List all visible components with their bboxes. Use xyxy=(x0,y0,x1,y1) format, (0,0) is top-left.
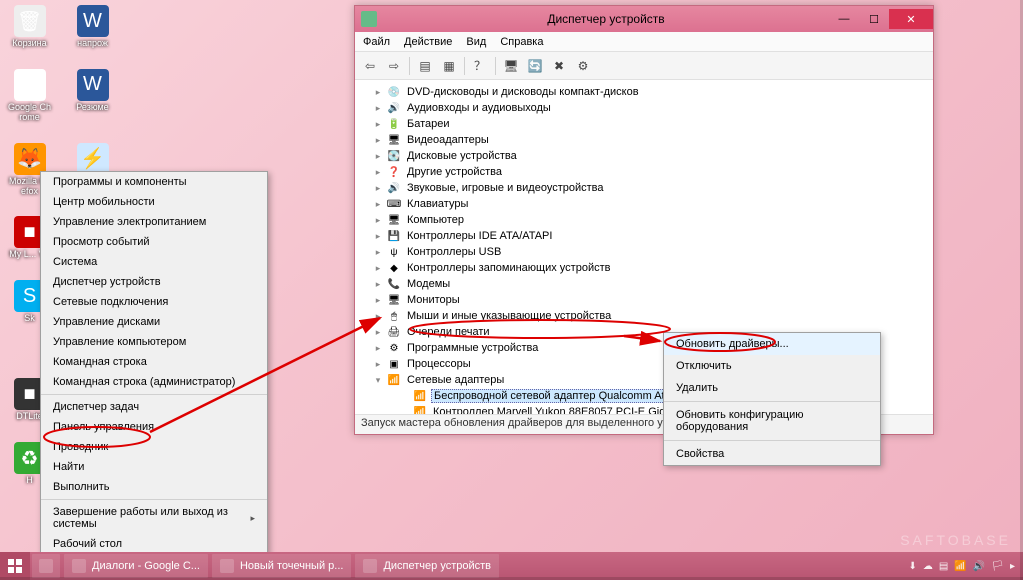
menu-item[interactable]: Вид xyxy=(466,36,486,48)
toolbar-btn[interactable]: ▤ xyxy=(414,55,436,77)
tray-icon[interactable]: 📶 xyxy=(954,561,966,572)
tree-node[interactable]: ▸◆Контроллеры запоминающих устройств xyxy=(373,260,929,276)
minimize-button[interactable]: — xyxy=(829,9,859,29)
tree-node[interactable]: ▸ψКонтроллеры USB xyxy=(373,244,929,260)
tray-icon[interactable]: 🔊 xyxy=(973,561,985,572)
tree-node[interactable]: ▸💿DVD-дисководы и дисководы компакт-диск… xyxy=(373,84,929,100)
taskbar-item[interactable]: Новый точечный р... xyxy=(212,554,352,578)
context-menu-item[interactable]: Обновить драйверы... xyxy=(664,333,880,355)
taskbar[interactable]: Диалоги - Google C...Новый точечный р...… xyxy=(0,552,1023,580)
menu-item[interactable]: Справка xyxy=(500,36,543,48)
menu-item[interactable]: Командная строка (администратор) xyxy=(41,372,267,392)
menu-item[interactable]: Программы и компоненты xyxy=(41,172,267,192)
maximize-button[interactable]: ☐ xyxy=(859,9,889,29)
context-menu[interactable]: Обновить драйверы...ОтключитьУдалить Обно… xyxy=(663,332,881,466)
tree-node[interactable]: ▸🔊Звуковые, игровые и видеоустройства xyxy=(373,180,929,196)
menubar[interactable]: Файл Действие Вид Справка xyxy=(355,32,933,52)
toolbar-btn[interactable]: ？ xyxy=(469,55,491,77)
toolbar-btn[interactable]: 🖥 xyxy=(500,55,522,77)
desktop-icon[interactable]: 🗑Корзина xyxy=(7,5,52,49)
menu-item[interactable]: Найти xyxy=(41,457,267,477)
menu-item[interactable]: Завершение работы или выход из системы xyxy=(41,502,267,534)
tree-node[interactable]: ▸🔊Аудиовходы и аудиовыходы xyxy=(373,100,929,116)
tree-node[interactable]: ▸🖥Мониторы xyxy=(373,292,929,308)
menu-item[interactable]: Рабочий стол xyxy=(41,534,267,554)
tray-icon[interactable]: ⬇ xyxy=(909,561,917,572)
toolbar-btn[interactable]: 🔄 xyxy=(524,55,546,77)
menu-item[interactable]: Командная строка xyxy=(41,352,267,372)
app-icon xyxy=(361,11,377,27)
desktop-icon[interactable]: WРезюме xyxy=(70,69,115,123)
window-title: Диспетчер устройств xyxy=(383,12,829,26)
tree-node[interactable]: ▸💾Контроллеры IDE ATA/ATAPI xyxy=(373,228,929,244)
menu-item[interactable]: Центр мобильности xyxy=(41,192,267,212)
back-button[interactable]: ⇦ xyxy=(359,55,381,77)
menu-item[interactable]: Система xyxy=(41,252,267,272)
close-button[interactable]: ✕ xyxy=(889,9,933,29)
system-tray[interactable]: ⬇ ☁ ▤ 📶 🔊 🏳 ▸ xyxy=(901,561,1023,572)
tree-node[interactable]: ▸❓Другие устройства xyxy=(373,164,929,180)
titlebar[interactable]: Диспетчер устройств — ☐ ✕ xyxy=(355,6,933,32)
toolbar-btn[interactable]: ⚙ xyxy=(572,55,594,77)
menu-item[interactable]: Диспетчер устройств xyxy=(41,272,267,292)
desktop-icon[interactable]: ◉Google Chrome xyxy=(7,69,52,123)
tree-node[interactable]: ▸📞Модемы xyxy=(373,276,929,292)
tray-icon[interactable]: ▤ xyxy=(939,561,948,572)
start-button[interactable] xyxy=(0,552,30,580)
toolbar-btn[interactable]: ▦ xyxy=(438,55,460,77)
menu-item[interactable]: Диспетчер задач xyxy=(41,397,267,417)
menu-item[interactable]: Управление дисками xyxy=(41,312,267,332)
winx-menu[interactable]: Программы и компонентыЦентр мобильностиУ… xyxy=(40,171,268,555)
menu-item[interactable]: Сетевые подключения xyxy=(41,292,267,312)
menu-item[interactable]: Действие xyxy=(404,36,452,48)
tree-node[interactable]: ▸🖥Компьютер xyxy=(373,212,929,228)
taskbar-item[interactable] xyxy=(32,554,60,578)
tray-icon[interactable]: ▸ xyxy=(1010,561,1015,572)
taskbar-item[interactable]: Диспетчер устройств xyxy=(355,554,499,578)
tree-node[interactable]: ▸💽Дисковые устройства xyxy=(373,148,929,164)
menu-item[interactable]: Выполнить xyxy=(41,477,267,497)
tree-node[interactable]: ▸⌨Клавиатуры xyxy=(373,196,929,212)
desktop-icon[interactable]: Wнапрож xyxy=(70,5,115,49)
context-menu-item[interactable]: Отключить xyxy=(664,355,880,377)
context-menu-item[interactable]: Свойства xyxy=(664,443,880,465)
menu-item[interactable]: Управление компьютером xyxy=(41,332,267,352)
context-menu-item[interactable]: Обновить конфигурацию оборудования xyxy=(664,404,880,438)
toolbar[interactable]: ⇦ ⇨ ▤ ▦ ？ 🖥 🔄 ✖ ⚙ xyxy=(355,52,933,80)
watermark: SAFTOBASE xyxy=(900,532,1011,548)
taskbar-item[interactable]: Диалоги - Google C... xyxy=(64,554,208,578)
tree-node[interactable]: ▸🖱Мыши и иные указывающие устройства xyxy=(373,308,929,324)
menu-item[interactable]: Управление электропитанием xyxy=(41,212,267,232)
menu-item[interactable]: Файл xyxy=(363,36,390,48)
menu-item[interactable]: Проводник xyxy=(41,437,267,457)
forward-button[interactable]: ⇨ xyxy=(383,55,405,77)
menu-item[interactable]: Просмотр событий xyxy=(41,232,267,252)
tray-icon[interactable]: 🏳 xyxy=(991,561,1004,572)
menu-item[interactable]: Панель управления xyxy=(41,417,267,437)
tree-node[interactable]: ▸🔋Батареи xyxy=(373,116,929,132)
tray-icon[interactable]: ☁ xyxy=(923,561,933,572)
tree-node[interactable]: ▸🖥Видеоадаптеры xyxy=(373,132,929,148)
toolbar-btn[interactable]: ✖ xyxy=(548,55,570,77)
context-menu-item[interactable]: Удалить xyxy=(664,377,880,399)
